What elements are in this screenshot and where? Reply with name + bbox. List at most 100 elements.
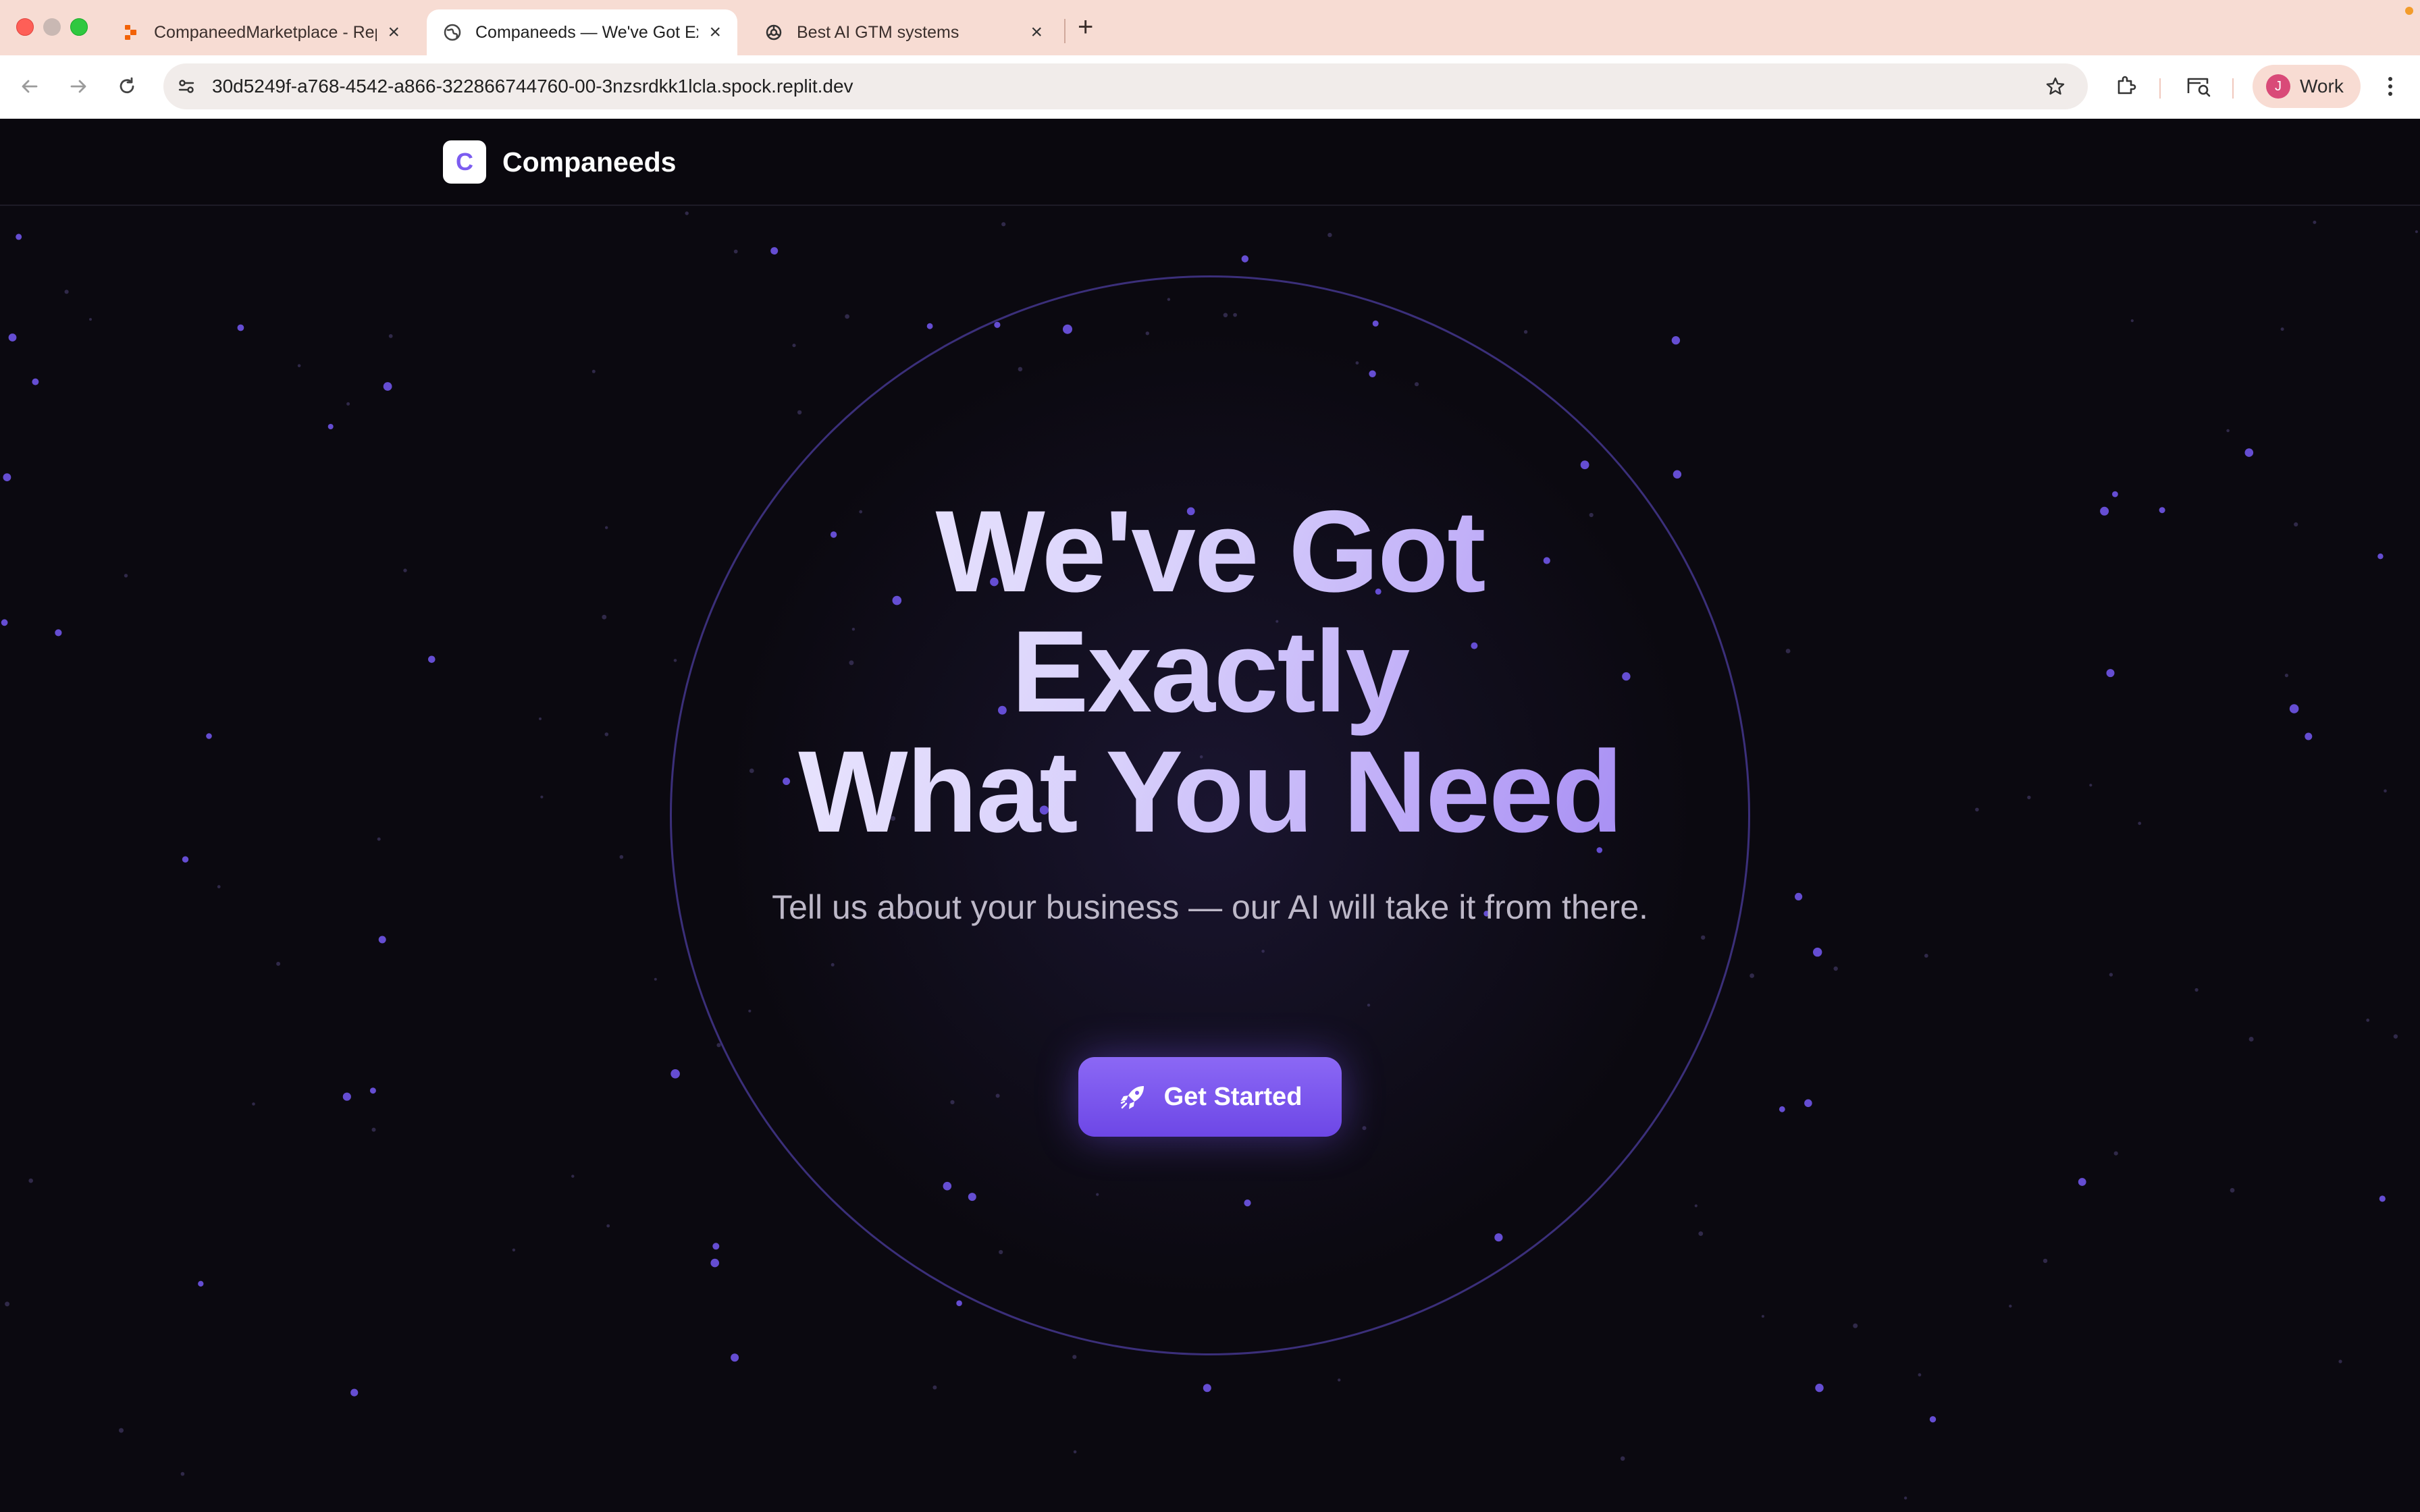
star-dot bbox=[1673, 470, 1682, 479]
star-dot bbox=[350, 1388, 359, 1397]
star-dot bbox=[1853, 1323, 1858, 1328]
tab-divider bbox=[1064, 19, 1066, 43]
star-dot bbox=[2043, 1258, 2048, 1264]
star-dot bbox=[198, 1280, 204, 1287]
star-dot bbox=[1671, 336, 1681, 345]
kebab-menu-icon bbox=[2388, 77, 2392, 96]
replit-icon bbox=[122, 23, 140, 42]
profile-button[interactable]: J Work bbox=[2253, 65, 2361, 108]
get-started-button[interactable]: Get Started bbox=[1078, 1057, 1342, 1137]
star-dot bbox=[378, 936, 386, 944]
star-dot bbox=[182, 856, 189, 863]
notification-dot bbox=[2405, 7, 2413, 15]
close-icon[interactable]: × bbox=[709, 22, 721, 43]
star-dot bbox=[119, 1428, 124, 1433]
window-close-button[interactable] bbox=[16, 18, 34, 36]
browser-tab-replit[interactable]: CompaneedMarketplace - Replit × bbox=[105, 9, 416, 55]
star-dot bbox=[1815, 1383, 1824, 1393]
star-dot bbox=[1620, 1456, 1625, 1461]
star-dot bbox=[2384, 789, 2387, 792]
reload-button[interactable] bbox=[111, 70, 143, 103]
tab-search-icon bbox=[2187, 78, 2211, 97]
bookmark-star-icon[interactable] bbox=[2042, 73, 2069, 100]
star-dot bbox=[2112, 491, 2118, 497]
browser-tab-gtm[interactable]: Best AI GTM systems × bbox=[748, 9, 1059, 55]
star-dot bbox=[1918, 1373, 1922, 1377]
star-dot bbox=[8, 333, 17, 342]
star-dot bbox=[685, 211, 689, 215]
star-dot bbox=[591, 369, 596, 373]
new-tab-button[interactable]: + bbox=[1078, 12, 1093, 42]
star-dot bbox=[602, 614, 607, 620]
url-text: 30d5249f-a768-4542-a866-322866744760-00-… bbox=[212, 76, 853, 97]
window-minimize-button[interactable] bbox=[43, 18, 61, 36]
star-dot bbox=[276, 961, 281, 966]
site-settings-icon[interactable] bbox=[173, 73, 200, 100]
avatar: J bbox=[2266, 74, 2290, 99]
star-dot bbox=[1203, 1384, 1211, 1393]
star-dot bbox=[1, 619, 8, 626]
close-icon[interactable]: × bbox=[388, 22, 400, 43]
tab-title: Best AI GTM systems bbox=[797, 22, 959, 42]
star-dot bbox=[327, 424, 334, 429]
star-dot bbox=[2159, 507, 2165, 514]
browser-tab-companeeds[interactable]: Companeeds — We've Got Exactly What You … bbox=[427, 9, 737, 55]
star-dot bbox=[712, 1243, 720, 1250]
star-dot bbox=[1795, 892, 1803, 900]
brand-name[interactable]: Companeeds bbox=[502, 139, 676, 185]
star-dot bbox=[1327, 232, 1332, 238]
profile-name: Work bbox=[2300, 76, 2344, 97]
star-dot bbox=[604, 732, 609, 736]
star-dot bbox=[619, 855, 624, 859]
toolbar-divider bbox=[2159, 78, 2161, 99]
star-dot bbox=[55, 629, 62, 637]
star-dot bbox=[2106, 669, 2115, 678]
star-dot bbox=[32, 378, 39, 385]
star-dot bbox=[377, 837, 381, 841]
back-button[interactable] bbox=[14, 70, 46, 103]
browser-toolbar: 30d5249f-a768-4542-a866-322866744760-00-… bbox=[0, 55, 2420, 119]
star-dot bbox=[2294, 522, 2298, 527]
star-dot bbox=[1903, 1496, 1908, 1500]
tab-search-button[interactable] bbox=[2182, 70, 2215, 103]
browser-tab-bar: CompaneedMarketplace - Replit × Companee… bbox=[0, 0, 2420, 55]
star-dot bbox=[124, 574, 128, 578]
browser-menu-button[interactable] bbox=[2374, 70, 2406, 103]
star-dot bbox=[845, 314, 849, 319]
star-dot bbox=[388, 334, 393, 338]
star-dot bbox=[346, 402, 350, 406]
star-dot bbox=[180, 1472, 185, 1476]
hero-title-line-2: Exactly bbox=[1011, 607, 1409, 736]
star-dot bbox=[606, 1224, 610, 1228]
star-dot bbox=[237, 324, 244, 331]
puzzle-icon bbox=[2118, 76, 2136, 94]
star-dot bbox=[2078, 1178, 2086, 1186]
extensions-button[interactable] bbox=[2109, 70, 2142, 103]
star-dot bbox=[792, 344, 796, 348]
forward-button[interactable] bbox=[62, 70, 95, 103]
star-dot bbox=[710, 1258, 719, 1268]
star-dot bbox=[2393, 1034, 2398, 1039]
star-dot bbox=[654, 977, 657, 981]
star-dot bbox=[2415, 230, 2418, 234]
address-bar[interactable]: 30d5249f-a768-4542-a866-322866744760-00-… bbox=[163, 63, 2088, 109]
window-zoom-button[interactable] bbox=[70, 18, 88, 36]
tab-title: CompaneedMarketplace - Replit bbox=[154, 22, 377, 42]
star-dot bbox=[2379, 1195, 2386, 1202]
star-dot bbox=[2284, 674, 2288, 678]
star-dot bbox=[2226, 429, 2230, 433]
hero-title-line-3: What You Need bbox=[798, 727, 1622, 857]
star-dot bbox=[369, 1087, 376, 1094]
star-dot bbox=[2366, 1019, 2370, 1022]
tab-title: Companeeds — We've Got Exactly What You … bbox=[475, 22, 698, 42]
hero-title-line-1: We've Got bbox=[935, 487, 1485, 616]
site-logo[interactable]: C bbox=[443, 140, 486, 184]
star-dot bbox=[2009, 1304, 2012, 1308]
star-dot bbox=[605, 526, 608, 529]
page-content: C Companeeds We've Got Exactly What You … bbox=[0, 119, 2420, 1512]
arrow-right-icon bbox=[70, 80, 86, 93]
close-icon[interactable]: × bbox=[1030, 22, 1043, 43]
globe-icon bbox=[443, 23, 462, 42]
toolbar-divider bbox=[2232, 78, 2234, 99]
star-dot bbox=[770, 247, 779, 255]
